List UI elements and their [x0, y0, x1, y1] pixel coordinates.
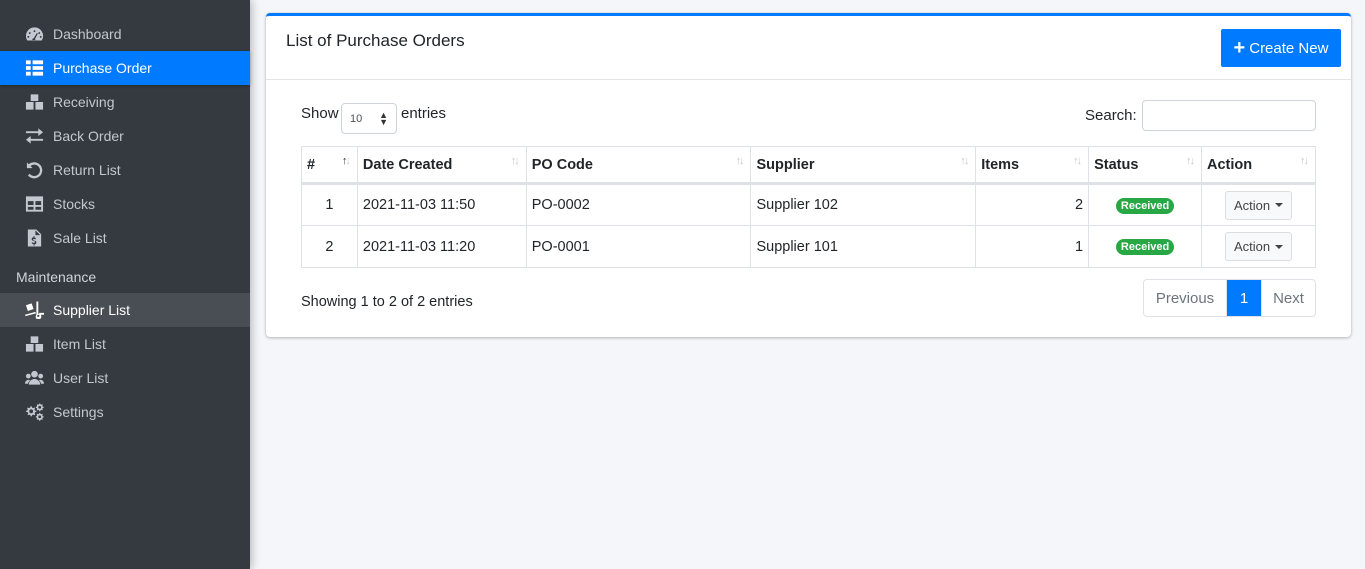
row-date-created: 2021-11-03 11:20: [356, 225, 527, 268]
sidebar-item-label: Item List: [53, 336, 106, 352]
sidebar-item-label: Receiving: [53, 94, 115, 110]
column-header-po-code[interactable]: PO Code ↑↓: [525, 146, 752, 185]
row-action: Action: [1201, 183, 1316, 226]
row-number: 1: [301, 183, 358, 226]
sort-select-icon: ▲ ▼: [379, 110, 388, 127]
table-info: Showing 1 to 2 of 2 entries: [301, 294, 473, 310]
th-list-icon: [24, 59, 45, 77]
sidebar-item-label: Supplier List: [53, 302, 131, 318]
create-new-label: Create New: [1249, 39, 1329, 57]
page-title: List of Purchase Orders: [286, 31, 465, 50]
sidebar-item-label: Purchase Order: [53, 60, 152, 76]
column-header-number[interactable]: # ↑↓: [301, 146, 358, 185]
pagination-page-current[interactable]: 1: [1227, 280, 1261, 316]
status-badge: Received: [1115, 239, 1175, 255]
column-header-items[interactable]: Items ↑↓: [975, 146, 1090, 185]
sidebar-item-purchase-order[interactable]: Purchase Order: [0, 51, 250, 85]
sidebar-item-sale-list[interactable]: Sale List: [0, 221, 250, 255]
column-header-status[interactable]: Status ↑↓: [1088, 146, 1203, 185]
column-header-date-created[interactable]: Date Created ↑↓: [356, 146, 527, 185]
sidebar-nav: Dashboard Purchase Order Receiving Back …: [0, 0, 250, 429]
sort-icon: ↑↓: [1186, 155, 1195, 167]
sidebar-item-item-list[interactable]: Item List: [0, 327, 250, 361]
sidebar-item-supplier-list[interactable]: Supplier List: [0, 293, 250, 327]
row-po-code: PO-0002: [525, 183, 752, 226]
sort-icon: ↑↓: [510, 155, 520, 167]
sidebar-item-back-order[interactable]: Back Order: [0, 119, 250, 153]
caret-down-icon: [1275, 203, 1284, 207]
action-dropdown-button[interactable]: Action: [1224, 190, 1293, 220]
sidebar-item-label: Dashboard: [53, 26, 122, 42]
row-supplier: Supplier 102: [750, 183, 977, 226]
table-header-row: # ↑↓ Date Created ↑↓ PO Code ↑↓ Supplier ↑↓ …: [301, 146, 1316, 185]
show-label: Show: [301, 105, 339, 122]
exchange-icon: [24, 127, 45, 145]
truck-loading-icon: [24, 301, 45, 319]
entries-label: entries: [401, 105, 447, 122]
pagination-next[interactable]: Next: [1261, 280, 1315, 316]
boxes-icon: [24, 93, 45, 111]
caret-down-icon: [1275, 244, 1284, 249]
sidebar-item-label: Settings: [53, 404, 104, 420]
sort-asc-icon: ↑↓: [341, 155, 351, 167]
sidebar: Dashboard Purchase Order Receiving Back …: [0, 0, 250, 569]
row-action: Action: [1201, 225, 1316, 268]
row-date-created: 2021-11-03 11:50: [356, 183, 527, 226]
row-status: Received: [1088, 225, 1203, 268]
sidebar-item-stocks[interactable]: Stocks: [0, 187, 250, 221]
pagination-previous[interactable]: Previous: [1144, 280, 1227, 316]
row-number: 2: [301, 225, 358, 268]
sidebar-item-label: Back Order: [53, 128, 124, 144]
search-input[interactable]: [1142, 100, 1316, 131]
row-status: Received: [1088, 183, 1203, 226]
card-header: List of Purchase Orders + Create New: [266, 16, 1351, 80]
sidebar-item-return-list[interactable]: Return List: [0, 153, 250, 187]
sidebar-item-settings[interactable]: Settings: [0, 395, 250, 429]
sort-icon: ↑↓: [1300, 155, 1309, 167]
sidebar-item-label: User List: [53, 370, 109, 386]
purchase-orders-card: List of Purchase Orders + Create New Sho…: [266, 13, 1351, 337]
status-badge: Received: [1115, 197, 1175, 214]
users-icon: [24, 369, 45, 387]
plus-icon: +: [1233, 37, 1246, 59]
sort-icon: ↑↓: [735, 155, 744, 167]
sidebar-item-label: Stocks: [53, 196, 96, 212]
column-header-action[interactable]: Action ↑↓: [1201, 146, 1316, 185]
purchase-orders-table: # ↑↓ Date Created ↑↓ PO Code ↑↓ Supplier ↑↓ …: [301, 146, 1316, 268]
action-dropdown-button[interactable]: Action: [1224, 232, 1293, 261]
column-header-supplier[interactable]: Supplier ↑↓: [750, 146, 977, 185]
sidebar-section-header: Maintenance: [16, 269, 97, 285]
row-items: 1: [975, 225, 1090, 268]
sidebar-item-receiving[interactable]: Receiving: [0, 85, 250, 119]
table-icon: [24, 195, 45, 213]
undo-icon: [24, 161, 45, 179]
cogs-icon: [24, 403, 45, 421]
sidebar-item-label: Return List: [53, 162, 121, 178]
table-row: 2 2021-11-03 11:20 PO-0001 Supplier 101 …: [301, 225, 1316, 268]
search-label: Search:: [1085, 107, 1137, 124]
table-row: 1 2021-11-03 11:50 PO-0002 Supplier 102 …: [301, 183, 1316, 226]
sidebar-item-label: Sale List: [53, 230, 107, 246]
sidebar-item-dashboard[interactable]: Dashboard: [0, 17, 250, 51]
create-new-button[interactable]: + Create New: [1221, 29, 1341, 67]
entries-select-value: 10: [350, 112, 363, 125]
entries-select[interactable]: 10 ▲ ▼: [341, 103, 397, 134]
boxes-icon: [24, 335, 45, 353]
row-po-code: PO-0001: [525, 225, 752, 268]
pagination: Previous 1 Next: [1143, 279, 1316, 317]
sidebar-item-user-list[interactable]: User List: [0, 361, 250, 395]
file-invoice-dollar-icon: [24, 229, 45, 247]
tachometer-icon: [24, 25, 45, 43]
row-supplier: Supplier 101: [750, 225, 977, 268]
sort-icon: ↑↓: [960, 155, 969, 167]
sort-icon: ↑↓: [1073, 155, 1082, 167]
row-items: 2: [975, 183, 1090, 226]
